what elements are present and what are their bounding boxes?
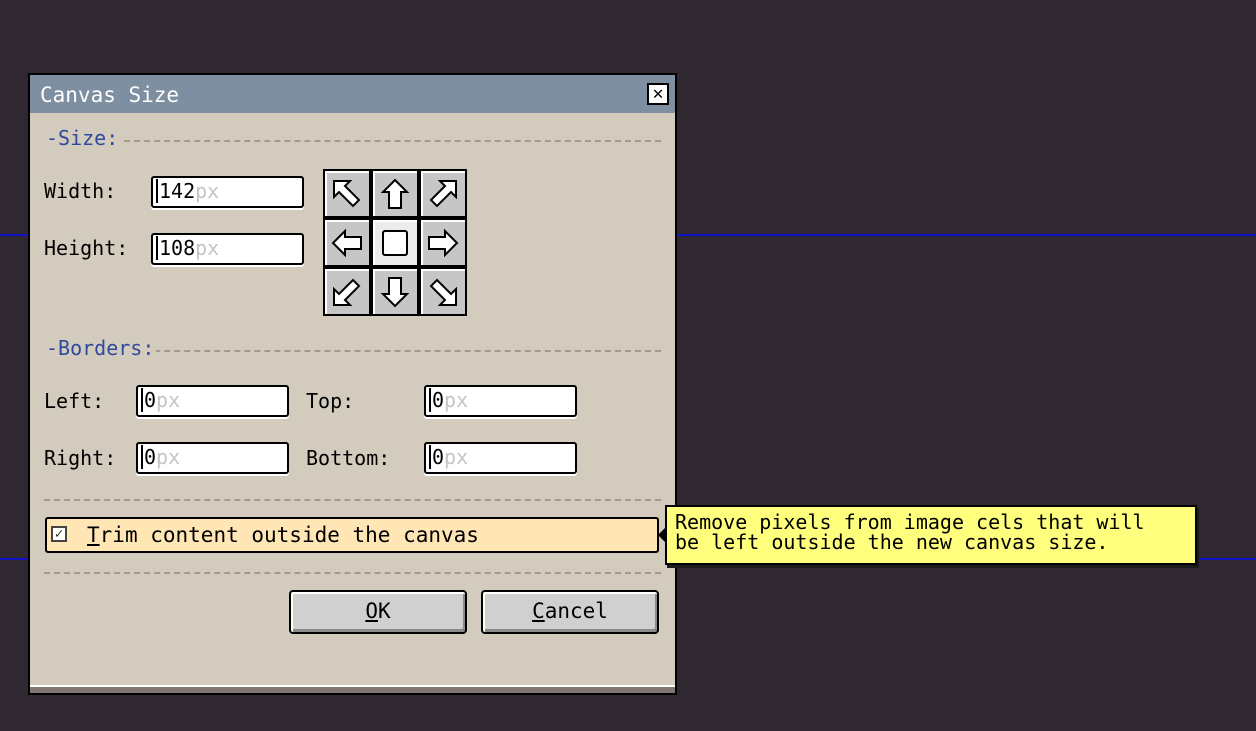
anchor-center[interactable]: [371, 218, 419, 267]
top-field[interactable]: 0px: [424, 385, 577, 417]
anchor-bottom-left[interactable]: [323, 267, 371, 316]
anchor-right[interactable]: [419, 218, 467, 267]
cancel-button[interactable]: Cancel: [481, 590, 659, 634]
height-value: 108: [156, 236, 196, 260]
anchor-bottom-right[interactable]: [419, 267, 467, 316]
anchor-top-right[interactable]: [419, 169, 467, 218]
anchor-top[interactable]: [371, 169, 419, 218]
buttons-separator: [44, 572, 661, 574]
arrow-down-right-icon: [429, 278, 457, 306]
arrow-up-left-icon: [333, 179, 361, 207]
top-value: 0: [429, 388, 445, 412]
options-separator: [44, 499, 661, 501]
dialog-title: Canvas Size: [40, 83, 180, 107]
arrow-left-icon: [331, 228, 362, 257]
ok-button[interactable]: OK: [289, 590, 467, 634]
right-unit: px: [156, 445, 181, 469]
right-label: Right:: [44, 446, 117, 470]
top-unit: px: [444, 388, 469, 412]
cancel-mnemonic: C: [532, 599, 545, 623]
size-section-label: -Size:: [44, 126, 121, 150]
trim-label-rest: rim content outside the canvas: [99, 523, 479, 547]
width-label: Width:: [44, 179, 117, 203]
checkbox-checked-icon: ✓: [51, 526, 67, 542]
left-field[interactable]: 0px: [136, 385, 289, 417]
width-value: 142: [156, 179, 196, 203]
close-icon[interactable]: ✕: [647, 83, 669, 105]
canvas-size-dialog: Canvas Size ✕ -Size: Width: 142px Height…: [28, 73, 677, 695]
tooltip-line-2: be left outside the new canvas size.: [675, 530, 1109, 554]
bottom-value: 0: [429, 445, 445, 469]
top-label: Top:: [306, 389, 355, 413]
height-label: Height:: [44, 236, 129, 260]
anchor-bottom[interactable]: [371, 267, 419, 316]
arrow-right-icon: [428, 228, 459, 257]
anchor-left[interactable]: [323, 218, 371, 267]
arrow-up-right-icon: [429, 179, 457, 207]
bottom-unit: px: [444, 445, 469, 469]
width-unit: px: [195, 179, 220, 203]
trim-content-checkbox[interactable]: ✓ Trim content outside the canvas: [45, 517, 659, 553]
left-unit: px: [156, 388, 181, 412]
trim-content-label: Trim content outside the canvas: [87, 523, 479, 547]
dialog-titlebar[interactable]: Canvas Size ✕: [30, 75, 675, 113]
right-value: 0: [141, 445, 157, 469]
trim-tooltip: Remove pixels from image cels that will …: [665, 505, 1197, 565]
cancel-label-rest: ancel: [544, 599, 608, 623]
ok-mnemonic: O: [365, 599, 378, 623]
anchor-center-icon: [382, 229, 408, 256]
bottom-field[interactable]: 0px: [424, 442, 577, 474]
height-unit: px: [195, 236, 220, 260]
right-field[interactable]: 0px: [136, 442, 289, 474]
left-value: 0: [141, 388, 157, 412]
width-field[interactable]: 142px: [151, 176, 304, 208]
anchor-grid: [323, 169, 467, 318]
left-label: Left:: [44, 389, 105, 413]
trim-mnemonic: T: [87, 523, 100, 547]
height-field[interactable]: 108px: [151, 233, 304, 265]
arrow-up-icon: [380, 178, 410, 209]
arrow-down-left-icon: [333, 278, 361, 306]
tooltip-line-1: Remove pixels from image cels that will: [675, 510, 1145, 534]
borders-section-label: -Borders:: [44, 336, 157, 360]
size-separator: [44, 140, 661, 142]
anchor-top-left[interactable]: [323, 169, 371, 218]
ok-label-rest: K: [378, 599, 391, 623]
bottom-label: Bottom:: [306, 446, 391, 470]
arrow-down-icon: [380, 276, 410, 307]
